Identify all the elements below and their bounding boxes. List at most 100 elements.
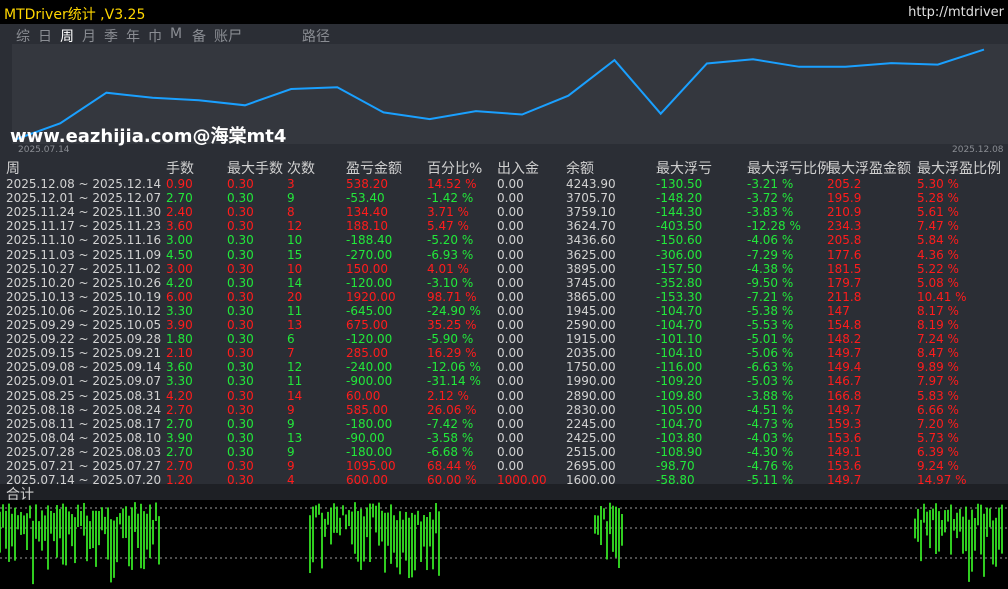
cell-pct: 26.06 % xyxy=(427,402,477,417)
cell-count: 10 xyxy=(287,233,303,248)
cell-maxddpct: -5.03 % xyxy=(747,374,794,389)
tab-7[interactable]: M xyxy=(170,26,182,42)
cell-lots: 4.20 xyxy=(166,388,193,403)
cell-maxfp: 149.7 xyxy=(827,402,862,417)
tab-4[interactable]: 季 xyxy=(104,26,118,46)
cell-maxlot: 0.30 xyxy=(227,191,254,206)
cell-maxdd: -150.60 xyxy=(656,233,703,248)
cell-period: 2025.09.08 ~ 2025.09.14 xyxy=(6,360,162,375)
cell-period: 2025.10.27 ~ 2025.11.02 xyxy=(6,261,162,276)
cell-lots: 6.00 xyxy=(166,289,193,304)
cell-pct: -3.58 % xyxy=(427,430,474,445)
cell-pct: -6.68 % xyxy=(427,444,474,459)
cell-maxlot: 0.30 xyxy=(227,275,254,290)
tab-10[interactable]: 路径 xyxy=(302,26,330,46)
cell-period: 2025.12.08 ~ 2025.12.14 xyxy=(6,177,162,191)
cell-pnl: -120.00 xyxy=(346,332,393,347)
tab-9[interactable]: 账尸 xyxy=(214,26,242,46)
cell-balance: 1945.00 xyxy=(566,303,616,318)
cell-maxlot: 0.30 xyxy=(227,459,254,473)
cell-balance: 4243.90 xyxy=(566,177,616,191)
cell-maxfp: 154.8 xyxy=(827,318,862,332)
cell-maxdd: -101.10 xyxy=(656,332,703,347)
cell-flow: 0.00 xyxy=(497,233,524,248)
cell-maxfppct: 7.24 % xyxy=(917,332,959,347)
cell-count: 7 xyxy=(287,346,295,361)
cell-flow: 0.00 xyxy=(497,289,524,304)
cell-maxlot: 0.30 xyxy=(227,177,254,191)
cell-maxfp: 149.4 xyxy=(827,360,862,375)
tab-1[interactable]: 日 xyxy=(38,26,52,46)
title-bar: MTDriver统计 ,V3.25 http://mtdriver xyxy=(0,0,1008,24)
column-header: 盈亏金额 xyxy=(346,161,402,177)
cell-maxddpct: -5.38 % xyxy=(747,303,794,318)
cell-pct: -3.10 % xyxy=(427,275,474,290)
cell-lots: 4.50 xyxy=(166,247,193,262)
cell-maxddpct: -4.30 % xyxy=(747,444,794,459)
cell-pnl: 60.00 xyxy=(346,388,381,403)
cell-maxfp: 195.9 xyxy=(827,191,862,206)
cell-pct: -5.90 % xyxy=(427,332,474,347)
cell-pct: 14.52 % xyxy=(427,177,477,191)
cell-pnl: -270.00 xyxy=(346,247,393,262)
tab-5[interactable]: 年 xyxy=(126,26,140,46)
cell-maxfp: 148.2 xyxy=(827,332,862,347)
cell-pnl: 675.00 xyxy=(346,318,388,332)
tab-8[interactable]: 备 xyxy=(192,26,206,46)
cell-balance: 3745.00 xyxy=(566,275,616,290)
cell-maxfp: 149.1 xyxy=(827,444,862,459)
cell-flow: 0.00 xyxy=(497,191,524,206)
cell-lots: 0.90 xyxy=(166,177,193,191)
cell-period: 2025.08.11 ~ 2025.08.17 xyxy=(6,416,162,431)
cell-balance: 2590.00 xyxy=(566,318,616,332)
cell-period: 2025.09.29 ~ 2025.10.05 xyxy=(6,318,162,332)
cell-maxfp: 179.7 xyxy=(827,275,862,290)
cell-maxfp: 153.6 xyxy=(827,430,862,445)
cell-flow: 0.00 xyxy=(497,459,524,473)
cell-pct: -6.93 % xyxy=(427,247,474,262)
cell-count: 12 xyxy=(287,219,303,234)
tab-0[interactable]: 综 xyxy=(16,26,30,46)
cell-count: 11 xyxy=(287,374,303,389)
column-header: 最大浮盈金额 xyxy=(827,161,911,177)
cell-balance: 3895.00 xyxy=(566,261,616,276)
cell-maxfp: 166.8 xyxy=(827,388,862,403)
cell-pnl: 150.00 xyxy=(346,261,388,276)
cell-count: 13 xyxy=(287,318,303,332)
cell-balance: 3865.00 xyxy=(566,289,616,304)
cell-maxfppct: 7.20 % xyxy=(917,416,959,431)
cell-flow: 0.00 xyxy=(497,261,524,276)
tab-6[interactable]: 巾 xyxy=(148,26,162,46)
cell-maxfppct: 5.84 % xyxy=(917,233,959,248)
cell-maxddpct: -9.50 % xyxy=(747,275,794,290)
cell-lots: 1.80 xyxy=(166,332,193,347)
tab-3[interactable]: 月 xyxy=(82,26,96,46)
cell-period: 2025.11.17 ~ 2025.11.23 xyxy=(6,219,162,234)
cell-maxdd: -352.80 xyxy=(656,275,703,290)
cell-maxfp: 153.6 xyxy=(827,459,862,473)
cell-maxdd: -104.70 xyxy=(656,303,703,318)
cell-maxfppct: 5.61 % xyxy=(917,205,959,220)
cell-maxddpct: -4.38 % xyxy=(747,261,794,276)
cell-pnl: 538.20 xyxy=(346,177,388,191)
cell-count: 9 xyxy=(287,416,295,431)
column-header: 最大手数 xyxy=(227,161,283,177)
tab-2[interactable]: 周 xyxy=(60,26,74,46)
cell-lots: 2.70 xyxy=(166,402,193,417)
cell-lots: 3.30 xyxy=(166,374,193,389)
site-link[interactable]: http://mtdriver xyxy=(908,5,1004,20)
cell-maxlot: 0.30 xyxy=(227,444,254,459)
cell-count: 8 xyxy=(287,205,295,220)
cell-pnl: -90.00 xyxy=(346,430,385,445)
cell-maxdd: -157.50 xyxy=(656,261,703,276)
cell-maxddpct: -3.72 % xyxy=(747,191,794,206)
cell-maxlot: 0.30 xyxy=(227,247,254,262)
cell-pct: -1.42 % xyxy=(427,191,474,206)
column-header: 余额 xyxy=(566,161,594,177)
cell-count: 9 xyxy=(287,459,295,473)
total-row xyxy=(0,484,1008,500)
cell-period: 2025.12.01 ~ 2025.12.07 xyxy=(6,191,162,206)
cell-flow: 0.00 xyxy=(497,275,524,290)
cell-count: 3 xyxy=(287,177,295,191)
cell-flow: 0.00 xyxy=(497,303,524,318)
